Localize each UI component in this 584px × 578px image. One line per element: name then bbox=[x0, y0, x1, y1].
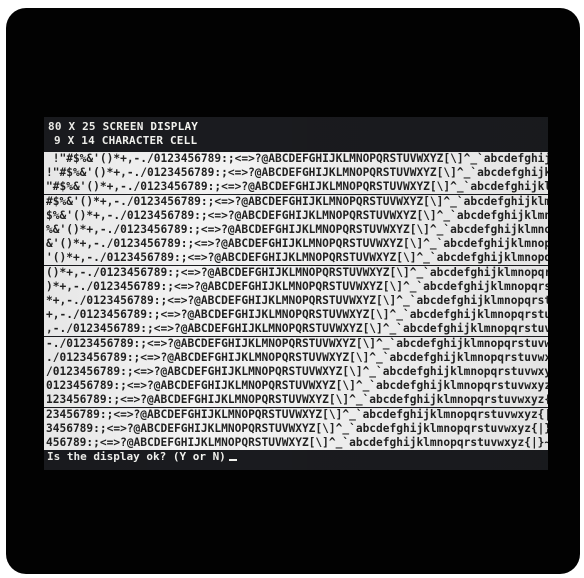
char-row-text: *+,-./0123456789:;<=>?@ABCDEFGHIJKLMNOPQ… bbox=[46, 294, 548, 307]
crt-screen: 80 X 25 SCREEN DISPLAY 9 X 14 CHARACTER … bbox=[44, 117, 548, 470]
char-row-text: $%&'()*+,-./0123456789:;<=>?@ABCDEFGHIJK… bbox=[46, 208, 548, 222]
char-row: 0123456789:;<=>?@ABCDEFGHIJKLMNOPQRSTUVW… bbox=[44, 379, 548, 394]
char-row-text: &'()*+,-./0123456789:;<=>?@ABCDEFGHIJKLM… bbox=[46, 237, 548, 251]
char-row: %&'()*+,-./0123456789:;<=>?@ABCDEFGHIJKL… bbox=[44, 223, 548, 237]
char-row-text: !"#$%&'()*+,-./0123456789:;<=>?@ABCDEFGH… bbox=[46, 166, 548, 180]
text-cursor bbox=[228, 459, 237, 461]
char-row: 3456789:;<=>?@ABCDEFGHIJKLMNOPQRSTUVWXYZ… bbox=[44, 421, 548, 436]
display-ok-prompt[interactable]: Is the display ok? (Y or N) bbox=[47, 450, 237, 464]
screen-subtitle: 9 X 14 CHARACTER CELL bbox=[54, 134, 198, 147]
char-row: &'()*+,-./0123456789:;<=>?@ABCDEFGHIJKLM… bbox=[44, 237, 548, 252]
char-row-text: +,-./0123456789:;<=>?@ABCDEFGHIJKLMNOPQR… bbox=[46, 308, 548, 322]
prompt-text: Is the display ok? (Y or N) bbox=[47, 450, 226, 463]
char-row-text: 3456789:;<=>?@ABCDEFGHIJKLMNOPQRSTUVWXYZ… bbox=[46, 421, 548, 435]
char-row: 123456789:;<=>?@ABCDEFGHIJKLMNOPQRSTUVWX… bbox=[44, 393, 548, 408]
char-row-text: #$%&'()*+,-./0123456789:;<=>?@ABCDEFGHIJ… bbox=[46, 194, 548, 208]
char-row: 456789:;<=>?@ABCDEFGHIJKLMNOPQRSTUVWXYZ[… bbox=[44, 436, 548, 450]
char-row: !"#$%&'()*+,-./0123456789:;<=>?@ABCDEFGH… bbox=[44, 166, 548, 181]
char-row: "#$%&'()*+,-./0123456789:;<=>?@ABCDEFGHI… bbox=[44, 180, 548, 195]
screen-title: 80 X 25 SCREEN DISPLAY bbox=[48, 120, 199, 133]
char-row: '()*+,-./0123456789:;<=>?@ABCDEFGHIJKLMN… bbox=[44, 251, 548, 266]
char-row-text: ./0123456789:;<=>?@ABCDEFGHIJKLMNOPQRSTU… bbox=[46, 350, 548, 364]
char-row-text: /0123456789:;<=>?@ABCDEFGHIJKLMNOPQRSTUV… bbox=[46, 365, 548, 378]
char-row: -./0123456789:;<=>?@ABCDEFGHIJKLMNOPQRST… bbox=[44, 336, 548, 351]
char-row-text: 123456789:;<=>?@ABCDEFGHIJKLMNOPQRSTUVWX… bbox=[46, 393, 548, 407]
char-row-text: 0123456789:;<=>?@ABCDEFGHIJKLMNOPQRSTUVW… bbox=[46, 379, 548, 393]
char-row-text: ()*+,-./0123456789:;<=>?@ABCDEFGHIJKLMNO… bbox=[46, 265, 548, 279]
char-row: )*+,-./0123456789:;<=>?@ABCDEFGHIJKLMNOP… bbox=[44, 279, 548, 294]
char-row: ,-./0123456789:;<=>?@ABCDEFGHIJKLMNOPQRS… bbox=[44, 322, 548, 337]
char-row: *+,-./0123456789:;<=>?@ABCDEFGHIJKLMNOPQ… bbox=[44, 294, 548, 308]
char-row: ()*+,-./0123456789:;<=>?@ABCDEFGHIJKLMNO… bbox=[44, 265, 548, 280]
char-row-text: !"#$%&'()*+,-./0123456789:;<=>?@ABCDEFGH… bbox=[46, 152, 548, 165]
char-row: ./0123456789:;<=>?@ABCDEFGHIJKLMNOPQRSTU… bbox=[44, 350, 548, 365]
char-row: 23456789:;<=>?@ABCDEFGHIJKLMNOPQRSTUVWXY… bbox=[44, 407, 548, 422]
char-row: /0123456789:;<=>?@ABCDEFGHIJKLMNOPQRSTUV… bbox=[44, 365, 548, 379]
char-row-text: '()*+,-./0123456789:;<=>?@ABCDEFGHIJKLMN… bbox=[46, 251, 548, 265]
char-row-text: 456789:;<=>?@ABCDEFGHIJKLMNOPQRSTUVWXYZ[… bbox=[46, 436, 548, 449]
char-row: $%&'()*+,-./0123456789:;<=>?@ABCDEFGHIJK… bbox=[44, 208, 548, 223]
photo-frame: 80 X 25 SCREEN DISPLAY 9 X 14 CHARACTER … bbox=[0, 0, 584, 578]
char-row: #$%&'()*+,-./0123456789:;<=>?@ABCDEFGHIJ… bbox=[44, 194, 548, 209]
char-row-text: ,-./0123456789:;<=>?@ABCDEFGHIJKLMNOPQRS… bbox=[46, 322, 548, 336]
char-row: !"#$%&'()*+,-./0123456789:;<=>?@ABCDEFGH… bbox=[44, 152, 548, 166]
char-row-text: %&'()*+,-./0123456789:;<=>?@ABCDEFGHIJKL… bbox=[46, 223, 548, 236]
char-row: +,-./0123456789:;<=>?@ABCDEFGHIJKLMNOPQR… bbox=[44, 308, 548, 323]
char-row-text: "#$%&'()*+,-./0123456789:;<=>?@ABCDEFGHI… bbox=[46, 180, 548, 194]
char-row-text: 23456789:;<=>?@ABCDEFGHIJKLMNOPQRSTUVWXY… bbox=[46, 407, 548, 421]
char-row-text: -./0123456789:;<=>?@ABCDEFGHIJKLMNOPQRST… bbox=[46, 336, 548, 350]
char-row-text: )*+,-./0123456789:;<=>?@ABCDEFGHIJKLMNOP… bbox=[46, 279, 548, 293]
